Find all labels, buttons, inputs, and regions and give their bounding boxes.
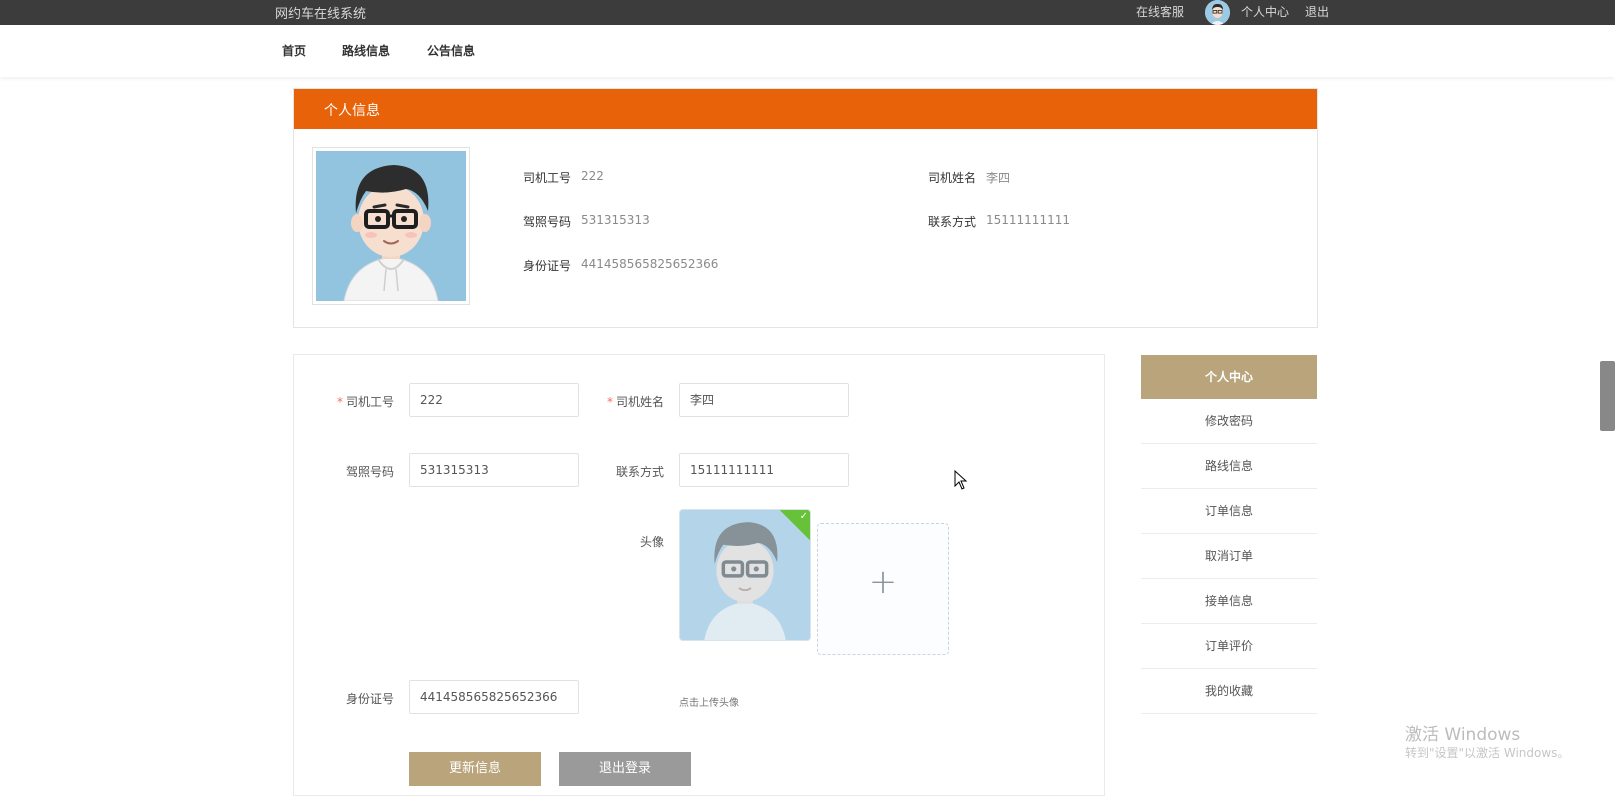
- user-avatar-icon: [1205, 0, 1230, 25]
- info-id-card-label: 身份证号: [523, 259, 572, 273]
- info-id-card-value: 441458565825652366: [581, 257, 719, 271]
- side-menu-favorites[interactable]: 我的收藏: [1141, 669, 1317, 714]
- profile-photo: [316, 151, 466, 301]
- cartoon-avatar-icon: [316, 151, 466, 301]
- phone-input[interactable]: 15111111111: [679, 453, 849, 487]
- nav-routes[interactable]: 路线信息: [342, 42, 390, 59]
- driver-id-input[interactable]: 222: [409, 383, 579, 417]
- online-service-link[interactable]: 在线客服: [1136, 3, 1184, 20]
- driver-name-input[interactable]: 李四: [679, 383, 849, 417]
- info-driver-name-value: 李四: [986, 171, 1011, 185]
- windows-watermark-subtitle: 转到"设置"以激活 Windows。: [1405, 746, 1570, 760]
- form-driver-name-label: * 司机姓名: [606, 395, 664, 409]
- logout-link[interactable]: 退出: [1305, 3, 1329, 20]
- side-menu-orders[interactable]: 订单信息: [1141, 489, 1317, 534]
- info-driver-id-value: 222: [581, 169, 604, 183]
- id-card-input[interactable]: 441458565825652366: [409, 680, 579, 714]
- side-menu-accepted-orders[interactable]: 接单信息: [1141, 579, 1317, 624]
- info-license-label: 驾照号码: [523, 215, 572, 229]
- profile-card-title: 个人信息: [324, 103, 380, 119]
- form-avatar-label: 头像: [639, 535, 664, 549]
- form-driver-id-label: * 司机工号: [336, 395, 394, 409]
- windows-watermark-title: 激活 Windows: [1405, 725, 1521, 745]
- side-menu: 个人中心 修改密码 路线信息 订单信息 取消订单 接单信息 订单评价 我的收藏: [1141, 355, 1317, 714]
- profile-info-card: 个人信息 司机工号 222 司机姓名 李四 驾照号码 531315313 联系方…: [293, 88, 1318, 328]
- info-driver-id-label: 司机工号: [523, 171, 572, 185]
- side-menu-routes[interactable]: 路线信息: [1141, 444, 1317, 489]
- side-menu-cancel-orders[interactable]: 取消订单: [1141, 534, 1317, 579]
- main-nav: 首页 路线信息 公告信息: [0, 25, 1615, 77]
- page-scrollbar-thumb[interactable]: [1600, 361, 1615, 431]
- upload-hint[interactable]: 点击上传头像: [679, 694, 739, 709]
- uploaded-avatar-thumb[interactable]: ✓: [679, 509, 811, 641]
- nav-announcements[interactable]: 公告信息: [427, 42, 475, 59]
- form-license-label: 驾照号码: [345, 465, 394, 479]
- required-mark: *: [606, 395, 613, 409]
- user-avatar[interactable]: [1205, 0, 1230, 25]
- side-menu-order-reviews[interactable]: 订单评价: [1141, 624, 1317, 669]
- side-menu-change-password[interactable]: 修改密码: [1141, 399, 1317, 444]
- profile-photo-frame: [312, 147, 470, 305]
- site-title: 网约车在线系统: [275, 7, 367, 22]
- plus-icon: +: [868, 562, 898, 602]
- license-input[interactable]: 531315313: [409, 453, 579, 487]
- side-menu-user-center[interactable]: 个人中心: [1141, 355, 1317, 399]
- form-id-card-label: 身份证号: [345, 692, 394, 706]
- profile-edit-form: * 司机工号 222 * 司机姓名 李四 驾照号码 531315313 联系方式 1…: [293, 354, 1105, 796]
- profile-card-header: 个人信息: [294, 89, 1317, 129]
- info-phone-label: 联系方式: [928, 215, 977, 229]
- form-phone-label: 联系方式: [615, 465, 664, 479]
- top-bar: 网约车在线系统 在线客服 个人中心 退出: [0, 0, 1615, 25]
- nav-home[interactable]: 首页: [282, 42, 306, 59]
- avatar-upload-button[interactable]: +: [817, 523, 949, 655]
- mouse-cursor-icon: [954, 470, 968, 490]
- user-center-link[interactable]: 个人中心: [1241, 3, 1289, 20]
- check-icon: ✓: [799, 510, 808, 522]
- cartoon-avatar-icon: [680, 510, 810, 640]
- info-driver-name-label: 司机姓名: [928, 171, 977, 185]
- info-phone-value: 15111111111: [986, 213, 1070, 227]
- info-license-value: 531315313: [581, 213, 650, 227]
- required-mark: *: [336, 395, 343, 409]
